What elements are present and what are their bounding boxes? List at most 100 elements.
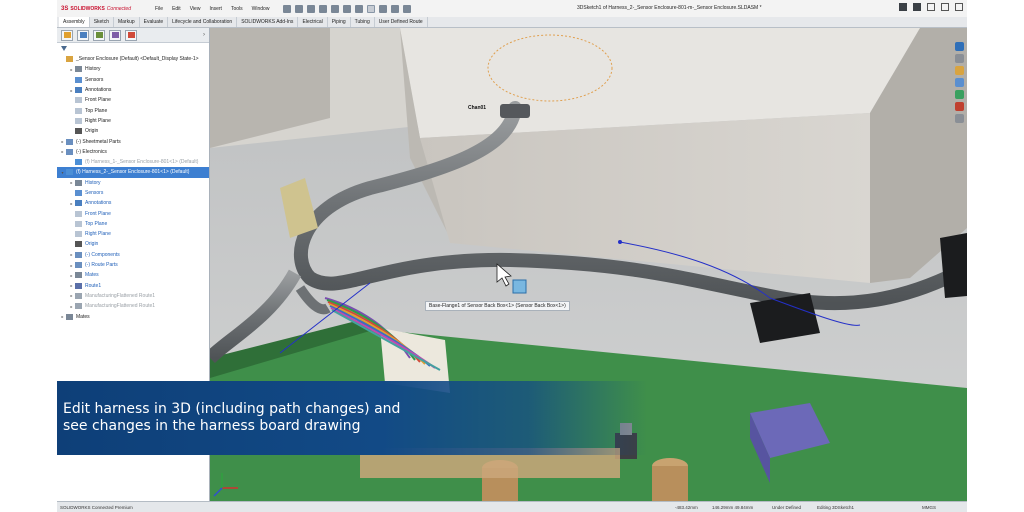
menu-window[interactable]: Window <box>252 6 270 12</box>
rebuild-icon[interactable] <box>379 4 388 13</box>
tree-item[interactable]: ▸ ManufacturingFlattened Route1 <box>57 291 209 301</box>
expand-toggle-icon[interactable]: ▸ <box>69 273 74 278</box>
tab-dimxpert[interactable] <box>109 29 121 41</box>
tab-lifecycle-collaboration[interactable]: Lifecycle and Collaboration <box>168 17 238 27</box>
expand-toggle-icon[interactable]: ▸ <box>69 180 74 185</box>
tree-item[interactable]: ▸ Route1 <box>57 281 209 291</box>
tree-item[interactable]: Right Plane <box>57 116 209 126</box>
feature-manager-tabs: › <box>57 28 209 43</box>
tree-item[interactable]: Origin <box>57 239 209 249</box>
tree-item[interactable]: Front Plane <box>57 95 209 105</box>
tab-property-manager[interactable] <box>77 29 89 41</box>
menu-view[interactable]: View <box>190 6 201 12</box>
tree-item[interactable]: ▸ ManufacturingFlattened Route1 <box>57 301 209 311</box>
help-icon[interactable] <box>913 3 921 11</box>
search-icon[interactable] <box>899 3 907 11</box>
tree-item[interactable]: ▸ Mates <box>57 311 209 321</box>
solidworks-resources-icon[interactable] <box>955 42 964 51</box>
tree-item[interactable]: ▸ History <box>57 64 209 74</box>
expand-toggle-icon[interactable]: ▸ <box>69 263 74 268</box>
expand-toggle-icon[interactable]: ▸ <box>69 293 74 298</box>
new-document-icon[interactable] <box>295 4 304 13</box>
unit-system[interactable]: MMGS <box>922 505 936 510</box>
design-library-icon[interactable] <box>955 54 964 63</box>
tab-electrical[interactable]: Electrical <box>298 17 328 27</box>
tab-display-manager[interactable] <box>125 29 137 41</box>
save-icon[interactable] <box>319 4 328 13</box>
expand-toggle-icon[interactable]: ▸ <box>69 88 74 93</box>
close-icon[interactable] <box>955 3 963 11</box>
tab-evaluate[interactable]: Evaluate <box>140 17 169 27</box>
tab-feature-tree[interactable] <box>61 29 73 41</box>
menu-insert[interactable]: Insert <box>209 6 222 12</box>
tab-configuration-manager[interactable] <box>93 29 105 41</box>
file-properties-icon[interactable] <box>391 4 400 13</box>
menu-file[interactable]: File <box>155 6 163 12</box>
expand-toggle-icon[interactable]: ▸ <box>69 201 74 206</box>
panel-expand-icon[interactable]: › <box>203 32 205 38</box>
tree-item[interactable]: ▸ (-) Route Parts <box>57 260 209 270</box>
tree-item[interactable]: _Sensor Enclosure (Default) <Default_Dis… <box>57 54 209 64</box>
tree-item[interactable]: Top Plane <box>57 219 209 229</box>
file-explorer-icon[interactable] <box>955 66 964 75</box>
tab-sketch[interactable]: Sketch <box>90 17 114 27</box>
mates-icon <box>75 272 82 279</box>
tab-markup[interactable]: Markup <box>114 17 140 27</box>
tree-item[interactable]: Right Plane <box>57 229 209 239</box>
menu-tools[interactable]: Tools <box>231 6 243 12</box>
expand-toggle-icon[interactable]: ▸ <box>69 304 74 309</box>
expand-toggle-icon[interactable]: ▸ <box>69 283 74 288</box>
forum-icon[interactable] <box>955 114 964 123</box>
title-bar: 3S SOLIDWORKS Connected File Edit View I… <box>57 0 967 17</box>
select-icon[interactable] <box>367 4 376 13</box>
quick-access-toolbar <box>283 4 412 13</box>
expand-toggle-icon[interactable]: ▸ <box>60 139 65 144</box>
tree-item-label: Front Plane <box>85 210 111 217</box>
tree-item[interactable]: ▸ Mates <box>57 270 209 280</box>
appearances-icon[interactable] <box>955 90 964 99</box>
tree-item[interactable]: Sensors <box>57 188 209 198</box>
tab-user-defined-route[interactable]: User Defined Route <box>375 17 428 27</box>
minimize-icon[interactable] <box>927 3 935 11</box>
tree-item[interactable]: ▸ Annotations <box>57 198 209 208</box>
tree-item[interactable]: Front Plane <box>57 208 209 218</box>
custom-properties-icon[interactable] <box>955 102 964 111</box>
tab-piping[interactable]: Piping <box>328 17 351 27</box>
expand-toggle-icon[interactable]: ▸ <box>69 252 74 257</box>
menu-edit[interactable]: Edit <box>172 6 181 12</box>
tree-item-label: Right Plane <box>85 117 111 124</box>
tree-item[interactable]: ▸ (-) Electronics <box>57 147 209 157</box>
tree-item[interactable]: ▸ (-) Components <box>57 250 209 260</box>
expand-toggle-icon[interactable]: ▸ <box>69 67 74 72</box>
tab-assembly[interactable]: Assembly <box>59 17 90 27</box>
expand-toggle-icon[interactable]: ▾ <box>60 170 65 175</box>
solidworks-window: 3S SOLIDWORKS Connected File Edit View I… <box>57 0 967 512</box>
tree-item-label: (f) Harness_1-_Sensor Enclosure-801<1> (… <box>85 159 199 166</box>
tree-item[interactable]: ▾ (f) Harness_2-_Sensor Enclosure-801<1> … <box>57 167 209 178</box>
undo-icon[interactable] <box>343 4 352 13</box>
home-icon[interactable] <box>283 4 292 13</box>
caption-banner: Edit harness in 3D (including path chang… <box>57 381 647 455</box>
tree-item[interactable]: Sensors <box>57 75 209 85</box>
expand-toggle-icon[interactable]: ▸ <box>60 314 65 319</box>
tree-item[interactable]: ▸ (-) Sheetmetal Parts <box>57 136 209 146</box>
print-icon[interactable] <box>331 4 340 13</box>
expand-toggle-icon[interactable]: ▸ <box>60 149 65 154</box>
tab-tubing[interactable]: Tubing <box>351 17 375 27</box>
tree-item[interactable]: Top Plane <box>57 105 209 115</box>
view-palette-icon[interactable] <box>955 78 964 87</box>
tree-item[interactable]: ▸ Annotations <box>57 85 209 95</box>
tab-solidworks-add-ins[interactable]: SOLIDWORKS Add-Ins <box>237 17 299 27</box>
tree-item[interactable]: ▸ History <box>57 178 209 188</box>
filter-row <box>57 43 209 54</box>
filter-icon[interactable] <box>61 46 67 51</box>
tree-item-label: Sensors <box>85 76 104 83</box>
tree-item[interactable]: (f) Harness_1-_Sensor Enclosure-801<1> (… <box>57 157 209 167</box>
redo-icon[interactable] <box>355 4 364 13</box>
open-icon[interactable] <box>307 4 316 13</box>
sketch-state: Under Defined <box>772 505 802 510</box>
tree-item[interactable]: Origin <box>57 126 209 136</box>
options-gear-icon[interactable] <box>403 4 412 13</box>
restore-icon[interactable] <box>941 3 949 11</box>
tree-item-label: Front Plane <box>85 97 111 104</box>
